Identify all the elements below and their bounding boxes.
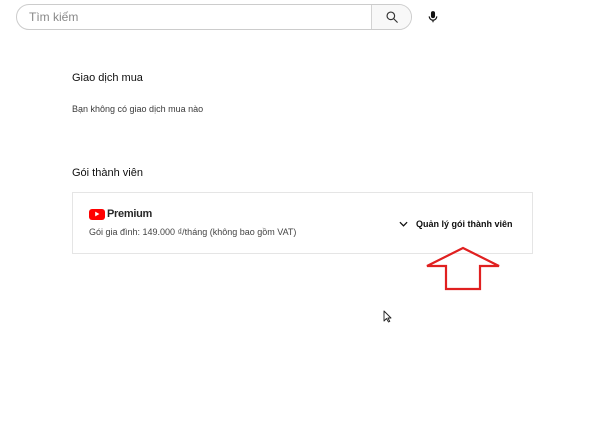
membership-card: Premium Gói gia đình: 149.000 ₫/tháng (k… xyxy=(72,192,533,254)
manage-membership-button[interactable]: Quản lý gói thành viên xyxy=(399,215,513,233)
mouse-cursor-icon xyxy=(383,310,392,323)
purchases-empty-message: Bạn không có giao dịch mua nào xyxy=(72,104,204,114)
youtube-logo-icon xyxy=(89,208,105,220)
memberships-title: Gói thành viên xyxy=(72,167,143,179)
voice-search-button[interactable] xyxy=(424,8,442,26)
membership-plan-text: Gói gia đình: 149.000 ₫/tháng (không bao… xyxy=(89,227,297,237)
search-button[interactable] xyxy=(371,5,411,29)
youtube-premium-logo: Premium xyxy=(89,208,152,220)
page: Giao dịch mua Bạn không có giao dịch mua… xyxy=(0,0,600,448)
chevron-down-icon xyxy=(399,221,408,227)
search-icon xyxy=(385,11,398,23)
purchases-title: Giao dịch mua xyxy=(72,72,143,84)
mic-icon xyxy=(428,11,438,23)
premium-label: Premium xyxy=(107,208,152,220)
search-input[interactable] xyxy=(17,5,371,29)
search-bar xyxy=(16,4,412,30)
manage-membership-label: Quản lý gói thành viên xyxy=(416,219,513,229)
red-arrow-up-annotation xyxy=(426,246,500,291)
